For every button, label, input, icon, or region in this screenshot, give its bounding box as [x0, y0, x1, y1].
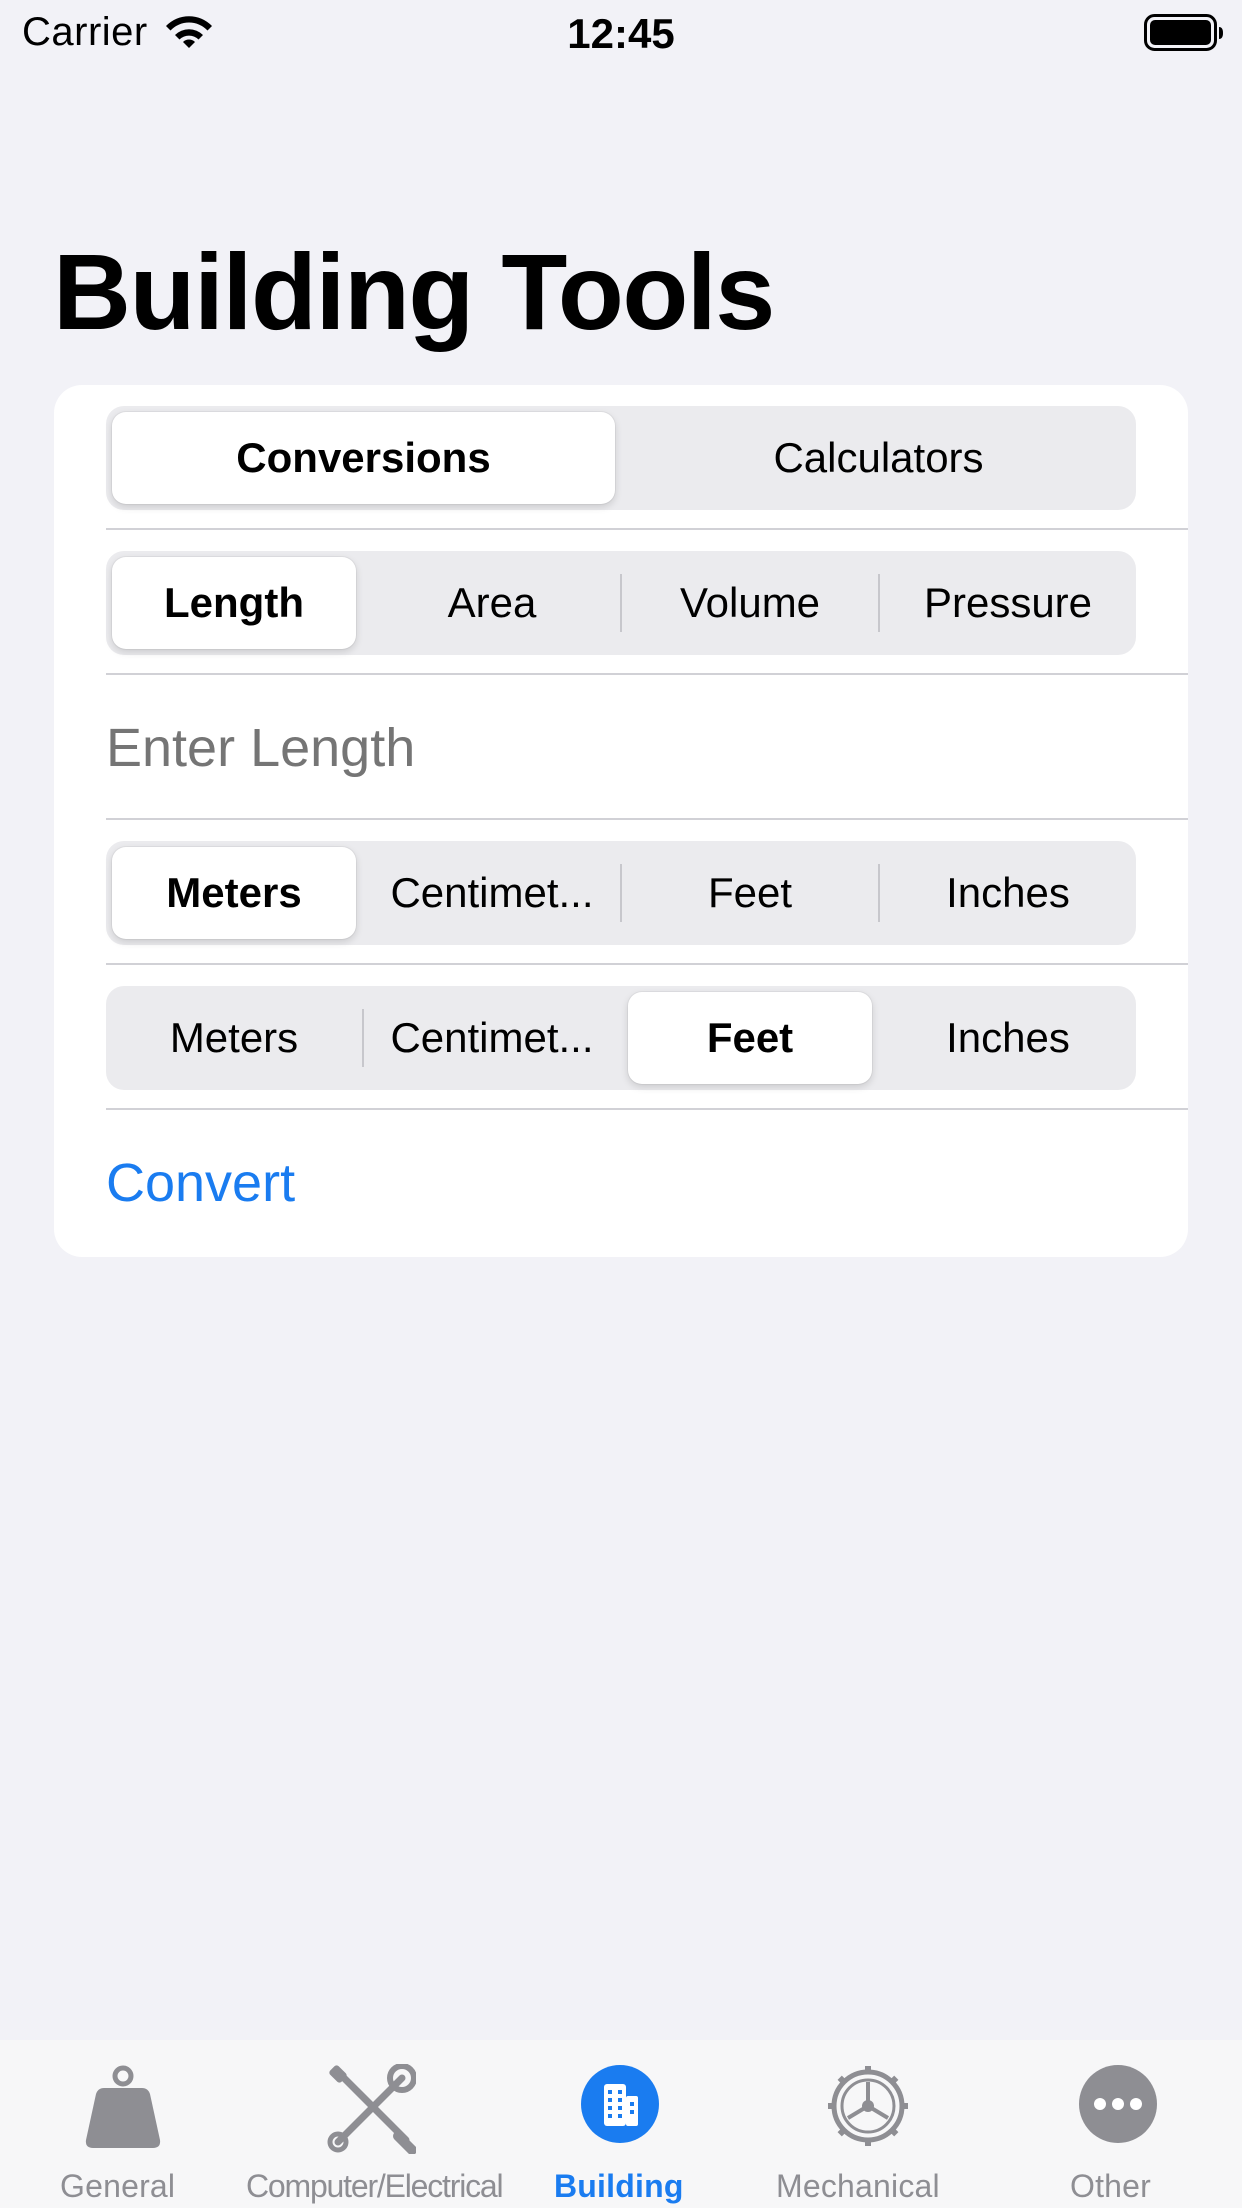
to-segment-meters[interactable]: Meters [112, 992, 356, 1084]
mode-segmented-control: Conversions Calculators [106, 406, 1136, 510]
segment-separator [362, 1009, 364, 1067]
tab-label: Building [554, 2168, 684, 2204]
category-segmented-control: Length Area Volume Pressure [106, 551, 1136, 655]
segment-volume[interactable]: Volume [628, 557, 872, 649]
segment-separator [620, 864, 622, 922]
building-icon [580, 2064, 660, 2149]
segment-separator [362, 864, 364, 922]
wrench-screwdriver-icon [326, 2063, 417, 2159]
weight-icon [84, 2064, 162, 2155]
segment-separator [878, 574, 880, 632]
to-segment-inches[interactable]: Inches [886, 992, 1130, 1084]
segment-area[interactable]: Area [370, 557, 614, 649]
segment-separator [362, 574, 364, 632]
mode-row: Conversions Calculators [54, 385, 1188, 530]
converter-card: Conversions Calculators Length Area Volu… [54, 385, 1188, 1257]
clock: 12:45 [567, 10, 675, 57]
from-unit-segmented-control: Meters Centimet... Feet Inches [106, 841, 1136, 945]
length-input[interactable] [106, 675, 1106, 820]
segment-length[interactable]: Length [112, 557, 356, 649]
tab-label: General [60, 2168, 176, 2204]
tab-mechanical[interactable]: Mechanical [776, 2040, 962, 2208]
to-unit-segmented-control: Meters Centimet... Feet Inches [106, 986, 1136, 1090]
to-segment-feet[interactable]: Feet [628, 992, 872, 1084]
category-row: Length Area Volume Pressure [54, 530, 1188, 675]
input-row [54, 675, 1188, 820]
battery-icon [1144, 14, 1224, 57]
segment-separator [620, 1009, 622, 1067]
to-segment-centimeters[interactable]: Centimet... [370, 992, 614, 1084]
tab-building[interactable]: Building [550, 2040, 690, 2208]
from-segment-inches[interactable]: Inches [886, 847, 1130, 939]
convert-row: Convert [54, 1110, 1188, 1255]
tab-bar: General Computer/Electrical Building Mec… [0, 2040, 1242, 2208]
segment-conversions[interactable]: Conversions [112, 412, 615, 504]
tab-label: Computer/Electrical [246, 2168, 504, 2204]
tab-general[interactable]: General [50, 2040, 196, 2208]
from-segment-meters[interactable]: Meters [112, 847, 356, 939]
from-segment-centimeters[interactable]: Centimet... [370, 847, 614, 939]
tab-other[interactable]: Other [1066, 2040, 1166, 2208]
from-segment-feet[interactable]: Feet [628, 847, 872, 939]
segment-pressure[interactable]: Pressure [886, 557, 1130, 649]
tab-label: Other [1070, 2168, 1152, 2204]
gear-icon [826, 2064, 910, 2153]
from-unit-row: Meters Centimet... Feet Inches [54, 820, 1188, 965]
to-unit-row: Meters Centimet... Feet Inches [54, 965, 1188, 1110]
tab-label: Mechanical [776, 2168, 940, 2204]
status-bar: Carrier 12:45 [0, 0, 1242, 66]
segment-calculators[interactable]: Calculators [627, 412, 1130, 504]
segment-separator [878, 864, 880, 922]
more-icon [1078, 2064, 1158, 2149]
segment-separator [878, 1009, 880, 1067]
tab-computer-electrical[interactable]: Computer/Electrical [246, 2040, 504, 2208]
segment-separator [620, 574, 622, 632]
convert-button[interactable]: Convert [106, 1110, 295, 1255]
page-title: Building Tools [53, 231, 775, 352]
